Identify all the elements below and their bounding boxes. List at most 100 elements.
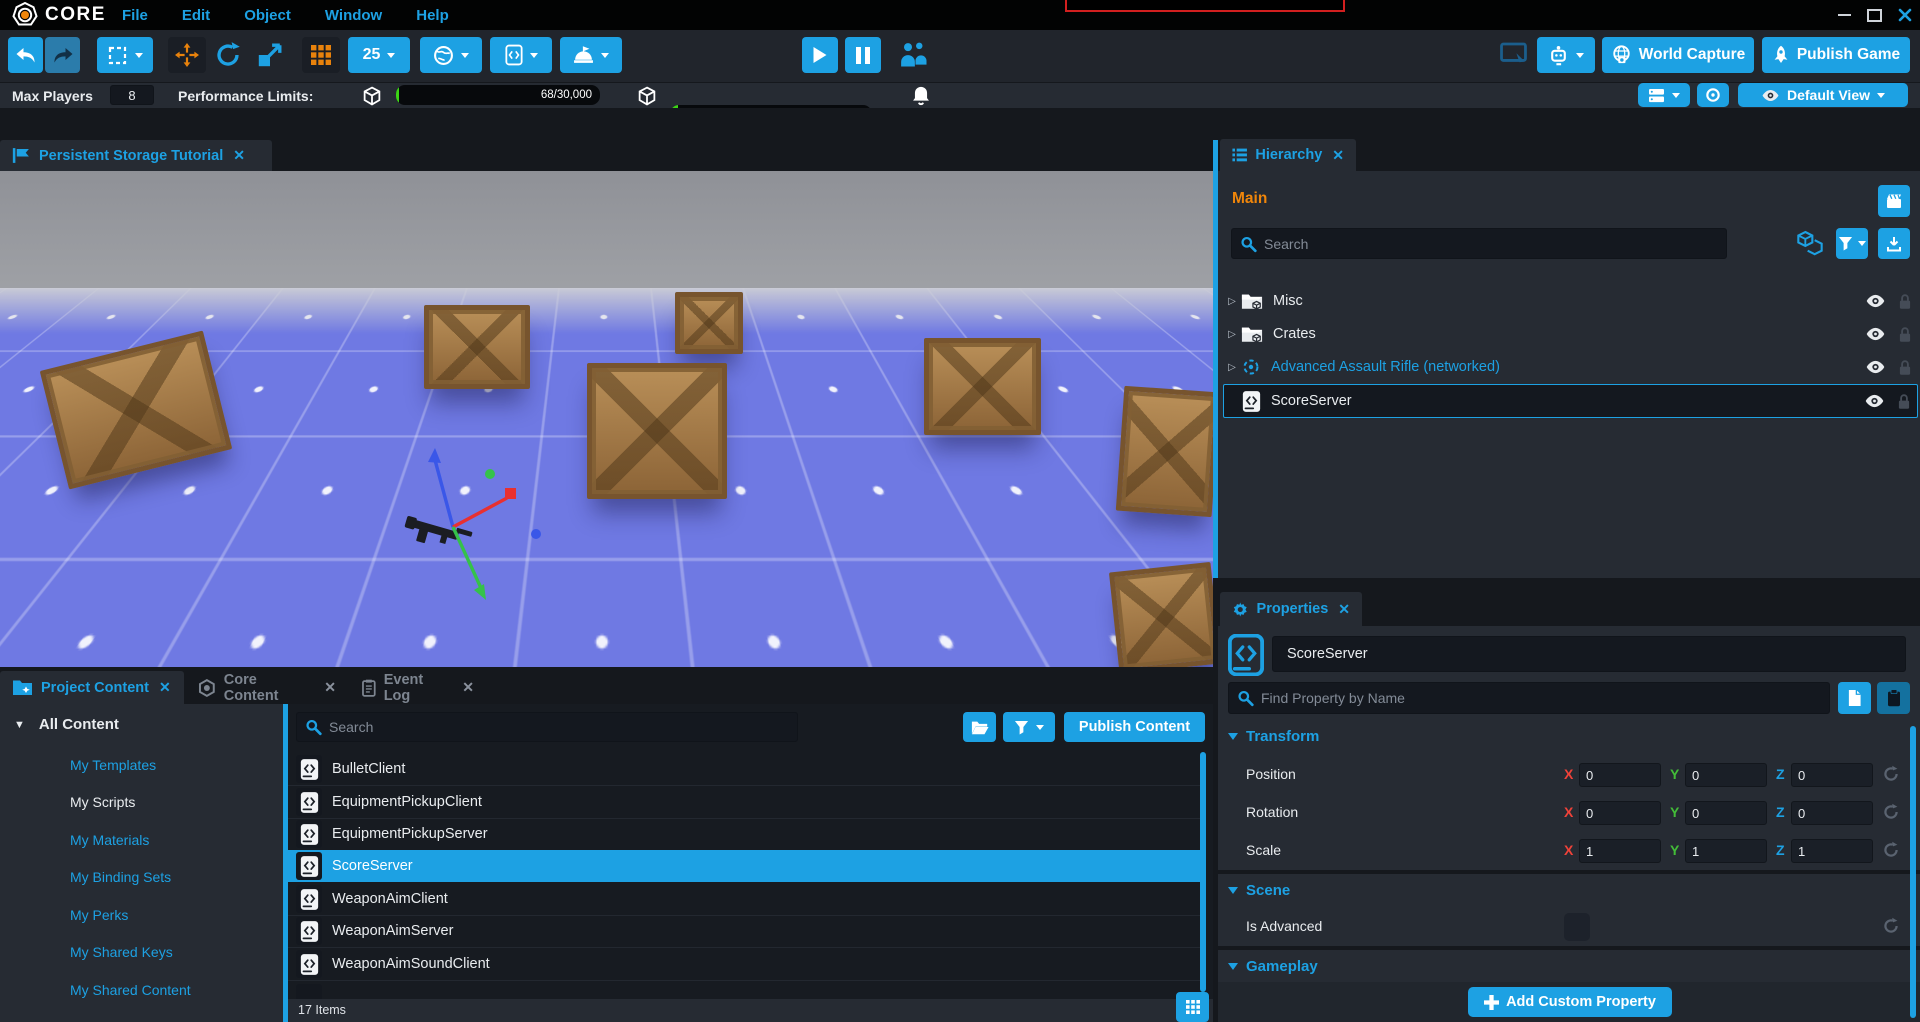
grid-view-button[interactable] (1176, 992, 1209, 1022)
expand-chevron-icon[interactable]: ▷ (1223, 296, 1241, 307)
tree-item-my-perks[interactable]: My Perks (70, 907, 128, 923)
tab-close[interactable]: ✕ (462, 679, 474, 696)
grid-size-dropdown[interactable]: 25 (348, 37, 410, 73)
hierarchy-item-misc[interactable]: ▷ Misc (1223, 285, 1918, 317)
template-group-icon[interactable] (1796, 229, 1824, 256)
visibility-eye-icon[interactable] (1865, 327, 1886, 341)
paste-properties-button[interactable] (1877, 682, 1910, 714)
scene-section-header[interactable]: Scene (1228, 882, 1290, 899)
position-x-input[interactable] (1579, 763, 1661, 787)
property-search-input[interactable] (1228, 682, 1830, 714)
scale-z-input[interactable] (1791, 839, 1873, 863)
rotation-y-input[interactable] (1685, 801, 1767, 825)
restore-button[interactable] (1867, 9, 1882, 22)
content-filter-button[interactable] (1003, 712, 1055, 742)
add-custom-property-button[interactable]: Add Custom Property (1468, 987, 1672, 1017)
tree-item-my-shared-keys[interactable]: My Shared Keys (70, 944, 173, 960)
is-advanced-checkbox[interactable] (1564, 913, 1590, 941)
multiplayer-preview-button[interactable] (898, 40, 928, 73)
properties-scrollbar[interactable] (1910, 726, 1916, 1018)
undo-button[interactable] (8, 37, 43, 73)
open-folder-button[interactable] (963, 712, 996, 742)
default-view-dropdown[interactable]: Default View (1738, 83, 1908, 107)
tab-project-content[interactable]: Project Content ✕ (0, 671, 184, 704)
gizmo-x-axis[interactable] (453, 498, 507, 527)
gizmo-z-axis[interactable] (435, 460, 453, 527)
publish-game-button[interactable]: Publish Game (1762, 37, 1910, 73)
play-button[interactable] (802, 37, 838, 73)
tree-item-my-materials[interactable]: My Materials (70, 832, 149, 848)
position-z-input[interactable] (1791, 763, 1873, 787)
tree-item-all-content[interactable]: ▼ All Content (14, 716, 119, 733)
import-content-button[interactable] (1878, 228, 1910, 259)
menu-edit[interactable]: Edit (182, 7, 210, 24)
file-row-equipmentpickupserver[interactable]: EquipmentPickupServer (288, 818, 1205, 851)
reset-icon[interactable] (1882, 917, 1900, 935)
properties-tab[interactable]: Properties ✕ (1220, 592, 1362, 626)
viewport-3d[interactable] (0, 171, 1213, 667)
tab-core-content[interactable]: Core Content ✕ (186, 671, 348, 704)
preview-screen-button[interactable] (1500, 42, 1529, 72)
rotate-tool-button[interactable] (214, 41, 242, 74)
pause-button[interactable] (845, 37, 881, 73)
transform-section-header[interactable]: Transform (1228, 728, 1319, 745)
hierarchy-search-input[interactable] (1231, 228, 1727, 259)
bot-test-dropdown[interactable] (1537, 37, 1595, 73)
tree-item-my-scripts[interactable]: My Scripts (70, 794, 135, 810)
world-capture-button[interactable]: World Capture (1602, 37, 1754, 73)
file-row-partial[interactable] (288, 981, 1205, 999)
file-row-weaponaimclient[interactable]: WeaponAimClient (288, 883, 1205, 916)
scale-y-input[interactable] (1685, 839, 1767, 863)
tree-item-my-binding-sets[interactable]: My Binding Sets (70, 869, 171, 885)
properties-tab-close[interactable]: ✕ (1338, 601, 1350, 618)
max-players-input[interactable] (110, 85, 154, 105)
scene-manager-button[interactable] (1878, 185, 1910, 217)
lock-icon[interactable] (1897, 393, 1911, 410)
reset-icon[interactable] (1882, 841, 1900, 859)
target-view-button[interactable] (1697, 83, 1729, 107)
hierarchy-filter-button[interactable] (1836, 228, 1868, 259)
position-y-input[interactable] (1685, 763, 1767, 787)
terrain-dropdown[interactable] (560, 37, 622, 73)
lock-icon[interactable] (1898, 326, 1912, 343)
reset-icon[interactable] (1882, 803, 1900, 821)
grid-snap-button[interactable] (302, 37, 340, 73)
file-row-scoreserver-selected[interactable]: ScoreServer (288, 850, 1205, 882)
menu-object[interactable]: Object (244, 7, 291, 24)
file-row-bulletclient[interactable]: BulletClient (288, 753, 1205, 786)
redo-button[interactable] (45, 37, 80, 73)
crate[interactable] (1109, 562, 1213, 667)
move-tool-button[interactable] (168, 37, 206, 73)
expand-chevron-icon[interactable]: ▷ (1223, 362, 1241, 373)
publish-content-button[interactable]: Publish Content (1064, 712, 1205, 742)
transform-gizmo[interactable] (355, 446, 565, 611)
tab-close[interactable]: ✕ (324, 679, 336, 696)
rotation-z-input[interactable] (1791, 801, 1873, 825)
visibility-eye-icon[interactable] (1865, 294, 1886, 308)
file-row-weaponaimsoundclient[interactable]: WeaponAimSoundClient (288, 948, 1205, 981)
hierarchy-tab[interactable]: Hierarchy ✕ (1220, 139, 1356, 171)
copy-properties-button[interactable] (1838, 682, 1871, 714)
hierarchy-item-scoreserver-selected[interactable]: ScoreServer (1223, 384, 1918, 418)
hierarchy-item-crates[interactable]: ▷ Crates (1223, 318, 1918, 350)
menu-window[interactable]: Window (325, 7, 382, 24)
content-list-scrollbar[interactable] (1200, 752, 1206, 992)
tab-event-log[interactable]: Event Log ✕ (350, 671, 486, 704)
crate[interactable] (424, 305, 530, 389)
gizmo-y-axis[interactable] (453, 527, 481, 588)
select-tool-button[interactable] (97, 37, 153, 73)
file-row-equipmentpickupclient[interactable]: EquipmentPickupClient (288, 786, 1205, 819)
scale-tool-button[interactable] (256, 41, 284, 74)
environment-dropdown[interactable] (420, 37, 482, 73)
scale-x-input[interactable] (1579, 839, 1661, 863)
script-dropdown[interactable] (490, 37, 552, 73)
close-button[interactable] (1898, 8, 1912, 22)
storage-dropdown[interactable] (1638, 83, 1690, 107)
viewport-tab-close[interactable]: ✕ (233, 147, 245, 164)
visibility-eye-icon[interactable] (1865, 360, 1886, 374)
tree-item-my-shared-content[interactable]: My Shared Content (70, 982, 191, 998)
expand-chevron-icon[interactable]: ▷ (1223, 329, 1241, 340)
crate[interactable] (587, 363, 727, 499)
content-search-input[interactable] (296, 712, 798, 742)
rotation-x-input[interactable] (1579, 801, 1661, 825)
